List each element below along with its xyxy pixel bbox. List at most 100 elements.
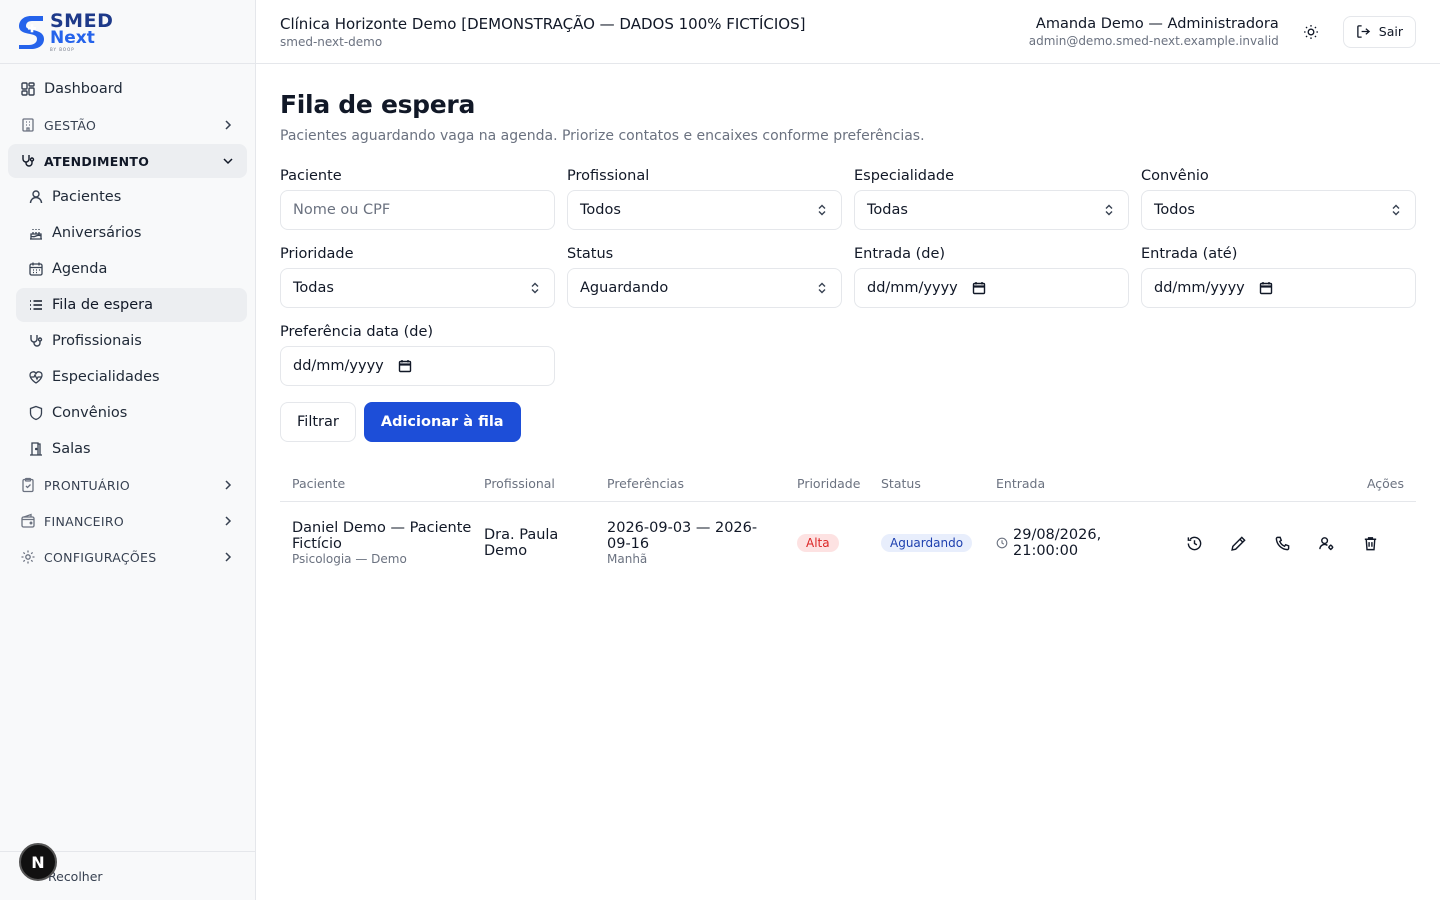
preference-range: 2026-09-03 — 2026-09-16 <box>607 520 758 552</box>
list-icon <box>28 297 44 313</box>
filter-actions: Filtrar Adicionar à fila <box>280 402 1416 442</box>
wallet-icon <box>20 513 36 529</box>
calendar-icon[interactable] <box>398 359 412 373</box>
table-row: Daniel Demo — Paciente Fictício Psicolog… <box>280 502 1416 584</box>
schedule-patient-button[interactable] <box>1314 531 1338 555</box>
date-value: dd/mm/yyyy <box>1154 280 1245 296</box>
logo[interactable]: SMED Next BY BOOP <box>0 0 255 64</box>
filter-label: Preferência data (de) <box>280 324 434 340</box>
logout-button[interactable]: Sair <box>1342 15 1416 48</box>
sidebar-item-dashboard[interactable]: Dashboard <box>8 72 247 106</box>
preference-from-date-input[interactable]: dd/mm/yyyy <box>280 346 555 386</box>
status-select[interactable]: Aguardando <box>567 268 842 308</box>
sidebar-item-label: Fila de espera <box>52 297 154 313</box>
sidebar-section-gestao[interactable]: GESTÃO <box>8 108 247 142</box>
sidebar-section-label: FINANCEIRO <box>44 513 124 529</box>
sidebar-item-pacientes[interactable]: Pacientes <box>16 180 247 214</box>
sun-icon <box>1303 24 1318 39</box>
logo-mark-icon <box>19 15 44 49</box>
delete-button[interactable] <box>1358 531 1382 555</box>
sidebar-section-label: PRONTUÁRIO <box>44 477 130 493</box>
cell-entry: 29/08/2026, 21:00:00 <box>996 527 1156 559</box>
patient-search-input[interactable]: Nome ou CPF <box>280 190 555 230</box>
calendar-icon[interactable] <box>1259 281 1273 295</box>
sidebar-item-aniversarios[interactable]: Aniversários <box>16 216 247 250</box>
priority-select[interactable]: Todas <box>280 268 555 308</box>
sidebar-section-configuracoes[interactable]: CONFIGURAÇÕES <box>8 540 247 574</box>
filter-prioridade: Prioridade Todas <box>280 246 555 308</box>
filter-preferencia-de: Preferência data (de) dd/mm/yyyy <box>280 324 555 386</box>
sidebar-item-fila-de-espera[interactable]: Fila de espera <box>16 288 247 322</box>
chevron-updown-icon <box>818 204 826 216</box>
sidebar-item-convenios[interactable]: Convênios <box>16 396 247 430</box>
page-title: Fila de espera <box>280 90 476 119</box>
history-button[interactable] <box>1182 531 1206 555</box>
logo-subtitle: Next <box>50 27 95 48</box>
clinic-slug: smed-next-demo <box>280 34 383 49</box>
sidebar-item-label: Convênios <box>52 405 128 421</box>
column-header: Prioridade <box>797 476 861 491</box>
patient-specialty: Psicologia — Demo <box>292 552 407 566</box>
sidebar-item-especialidades[interactable]: Especialidades <box>16 360 247 394</box>
cake-icon <box>28 225 44 241</box>
professional-select[interactable]: Todos <box>567 190 842 230</box>
select-value: Todas <box>293 280 334 296</box>
column-header: Profissional <box>484 476 555 491</box>
sidebar-nav: Dashboard GESTÃO ATENDIMENTO Pacientes A… <box>0 64 255 584</box>
insurance-select[interactable]: Todos <box>1141 190 1416 230</box>
select-value: Todas <box>867 202 908 218</box>
logout-icon <box>1357 25 1370 38</box>
sidebar-item-salas[interactable]: Salas <box>16 432 247 466</box>
cell-patient: Daniel Demo — Paciente Fictício Psicolog… <box>280 520 484 566</box>
sidebar-section-atendimento[interactable]: ATENDIMENTO <box>8 144 247 178</box>
specialty-select[interactable]: Todas <box>854 190 1129 230</box>
theme-toggle-button[interactable] <box>1295 16 1327 48</box>
sidebar-section-label: CONFIGURAÇÕES <box>44 549 157 565</box>
chevron-right-icon <box>225 480 232 490</box>
history-icon <box>1187 536 1201 550</box>
chevron-updown-icon <box>531 282 539 294</box>
dashboard-icon <box>20 81 36 97</box>
edit-button[interactable] <box>1226 531 1250 555</box>
filters-form: Paciente Nome ou CPF Profissional Todos … <box>280 168 1416 402</box>
sidebar-item-label: Especialidades <box>52 369 160 385</box>
add-to-queue-button[interactable]: Adicionar à fila <box>363 402 521 442</box>
filter-entrada-de: Entrada (de) dd/mm/yyyy <box>854 246 1129 308</box>
page-subtitle: Pacientes aguardando vaga na agenda. Pri… <box>280 128 925 144</box>
select-value: Todos <box>1154 202 1195 218</box>
filter-entrada-ate: Entrada (até) dd/mm/yyyy <box>1141 246 1416 308</box>
sidebar-submenu-atendimento: Pacientes Aniversários Agenda Fila de es… <box>8 180 247 466</box>
sidebar-section-financeiro[interactable]: FINANCEIRO <box>8 504 247 538</box>
waitlist-table: Paciente Profissional Preferências Prior… <box>280 466 1416 584</box>
stethoscope-icon <box>28 333 44 349</box>
chevron-right-icon <box>225 120 232 130</box>
calendar-icon <box>28 261 44 277</box>
sidebar-item-label: Profissionais <box>52 333 142 349</box>
trash-icon <box>1364 536 1376 550</box>
cell-status: Aguardando <box>881 534 996 552</box>
table-header: Paciente Profissional Preferências Prior… <box>280 466 1416 502</box>
sidebar-section-label: ATENDIMENTO <box>44 153 150 169</box>
date-value: dd/mm/yyyy <box>293 358 384 374</box>
calendar-icon[interactable] <box>972 281 986 295</box>
sidebar-item-profissionais[interactable]: Profissionais <box>16 324 247 358</box>
column-header: Entrada <box>996 476 1046 491</box>
patient-name[interactable]: Daniel Demo — Paciente Fictício <box>292 520 484 552</box>
sidebar-item-agenda[interactable]: Agenda <box>16 252 247 286</box>
sidebar-section-label: GESTÃO <box>44 117 97 133</box>
call-button[interactable] <box>1270 531 1294 555</box>
chevron-updown-icon <box>818 282 826 294</box>
entry-from-date-input[interactable]: dd/mm/yyyy <box>854 268 1129 308</box>
user-cog-icon <box>1318 536 1333 550</box>
floating-avatar-button[interactable]: N <box>19 843 57 881</box>
sidebar-section-prontuario[interactable]: PRONTUÁRIO <box>8 468 247 502</box>
sidebar-item-label: Salas <box>52 441 91 457</box>
filter-status: Status Aguardando <box>567 246 842 308</box>
professional-name: Dra. Paula Demo <box>484 527 559 559</box>
cell-professional: Dra. Paula Demo <box>484 527 607 559</box>
filter-button[interactable]: Filtrar <box>280 402 356 442</box>
entry-to-date-input[interactable]: dd/mm/yyyy <box>1141 268 1416 308</box>
collapse-label: Recolher <box>48 868 103 884</box>
clinic-name: Clínica Horizonte Demo [DEMONSTRAÇÃO — D… <box>280 14 806 33</box>
filter-label: Paciente <box>280 168 342 184</box>
